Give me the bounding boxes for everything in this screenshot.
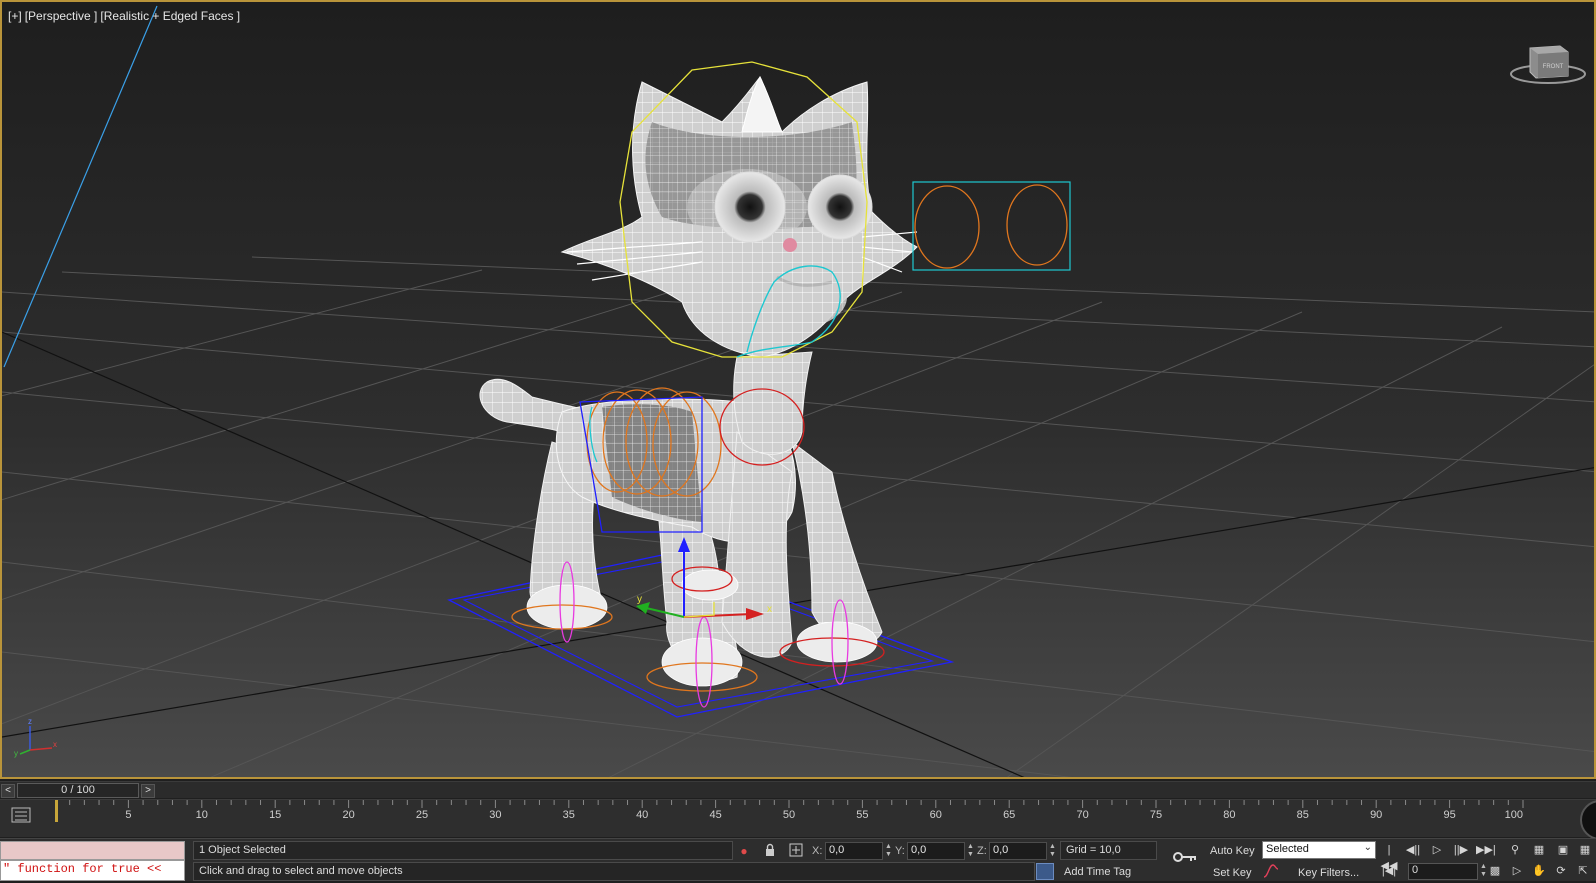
y-spinner[interactable]: ▲ ▼ <box>966 843 975 861</box>
lock-icon[interactable] <box>762 843 778 859</box>
key-filters-button[interactable]: Key Filters... <box>1298 867 1359 879</box>
z-coord-label: Z: <box>977 845 987 857</box>
status-bar: " function for true << 1 Object Selected… <box>0 838 1596 881</box>
set-key-button[interactable]: Set Key <box>1213 867 1252 879</box>
maximize-viewport-icon[interactable]: ⇱ <box>1574 863 1592 879</box>
isolate-pin-icon[interactable]: ● <box>736 843 752 859</box>
previous-frame-icon[interactable]: ◀|| <box>1404 842 1422 858</box>
trackbar-tick-label: 35 <box>563 809 575 821</box>
zoom-extents-all-icon[interactable]: ▦ <box>1576 842 1594 858</box>
trackbar-tick-label: 90 <box>1370 809 1382 821</box>
zoom-icon[interactable]: ⚲ <box>1506 842 1524 858</box>
time-slider-thumb[interactable]: 0 / 100 <box>17 783 139 798</box>
pan-hand-icon[interactable]: ✋ <box>1530 863 1548 879</box>
y-coord-label: Y: <box>895 845 905 857</box>
y-coord-input[interactable]: 0,0 <box>907 842 965 860</box>
z-spinner[interactable]: ▲ ▼ <box>1048 843 1057 861</box>
trackbar-tick-label: 70 <box>1076 809 1088 821</box>
prompt-line: Click and drag to select and move object… <box>193 862 1035 881</box>
trackbar-tick-label: 15 <box>269 809 281 821</box>
maxscript-output[interactable]: " function for true << <box>0 860 185 881</box>
z-coord-input[interactable]: 0,0 <box>989 842 1047 860</box>
trackbar-tick-label: 55 <box>856 809 868 821</box>
current-frame-marker[interactable] <box>55 800 58 822</box>
orbit-icon[interactable]: ⟳ <box>1552 863 1570 879</box>
auto-key-button[interactable]: Auto Key <box>1210 845 1255 857</box>
absolute-offset-toggle-icon[interactable] <box>788 843 804 859</box>
time-slider[interactable]: < 0 / 100 > <box>0 781 1596 798</box>
time-tag-icon[interactable] <box>1036 863 1054 880</box>
key-icon[interactable] <box>1172 849 1198 869</box>
trackbar-tick-label: 95 <box>1443 809 1455 821</box>
x-coord-label: X: <box>812 845 823 857</box>
trackbar-tick-label: 40 <box>636 809 648 821</box>
svg-text:x: x <box>53 740 57 749</box>
x-coord-input[interactable]: 0,0 <box>825 842 883 860</box>
field-of-view-icon[interactable]: ▷ <box>1508 863 1526 879</box>
trackbar-tick-label: 45 <box>709 809 721 821</box>
time-slider-prev-button[interactable]: < <box>1 784 15 798</box>
trackbar-tick-label: 80 <box>1223 809 1235 821</box>
chevron-down-icon: ⌄ <box>1363 842 1372 853</box>
time-slider-next-button[interactable]: > <box>141 784 155 798</box>
key-mode-dropdown[interactable]: Selected ⌄ <box>1262 841 1376 859</box>
viewport-label[interactable]: [+] [Perspective ] [Realistic + Edged Face… <box>8 9 243 23</box>
svg-text:z: z <box>28 718 32 726</box>
viewport-label-shading[interactable]: [Realistic + Edged Faces ] <box>100 9 240 23</box>
maxscript-mini-listener[interactable]: " function for true << <box>0 841 185 882</box>
svg-text:y: y <box>14 749 18 758</box>
svg-text:x: x <box>767 604 772 615</box>
curve-editor-toggle-icon[interactable] <box>10 804 32 826</box>
trackbar-tick-label: 65 <box>1003 809 1015 821</box>
grid-size: Grid = 10,0 <box>1060 841 1157 860</box>
trackbar-tick-label: 100 <box>1505 809 1523 821</box>
maxscript-input[interactable] <box>0 841 185 860</box>
trackbar[interactable]: 0510152025303540455055606570758085909510… <box>0 799 1596 840</box>
viewport-label-camera[interactable]: [Perspective ] <box>25 9 98 23</box>
perspective-viewport[interactable]: x y [+] [Perspective ] [Realistic + Edged … <box>0 0 1596 779</box>
trackbar-tick-label: 50 <box>783 809 795 821</box>
goto-start-icon[interactable]: |◀◀ <box>1380 842 1398 872</box>
trackbar-tick-label: 85 <box>1297 809 1309 821</box>
axis-tripod-icon: z x y <box>12 717 62 758</box>
default-tangent-icon[interactable] <box>1263 863 1279 879</box>
viewport-scene[interactable]: x y <box>2 2 1596 779</box>
selection-status: 1 Object Selected <box>193 841 733 860</box>
play-icon[interactable]: ▷ <box>1428 842 1446 858</box>
zoom-all-icon[interactable]: ▦ <box>1530 842 1548 858</box>
time-configuration-icon[interactable]: ▩ <box>1486 863 1504 879</box>
trackbar-tick-label: 75 <box>1150 809 1162 821</box>
trackbar-tick-label: 30 <box>489 809 501 821</box>
svg-text:y: y <box>637 594 642 605</box>
goto-end-icon[interactable]: ▶▶| <box>1476 842 1496 858</box>
trackbar-tick-label: 60 <box>930 809 942 821</box>
x-spinner[interactable]: ▲ ▼ <box>884 843 893 861</box>
current-frame-input[interactable]: 0 <box>1408 863 1478 880</box>
key-mode-toggle-icon[interactable]: |◀| <box>1380 863 1398 879</box>
viewcube[interactable]: FRONT <box>1508 42 1588 88</box>
next-frame-icon[interactable]: ||▶ <box>1452 842 1470 858</box>
viewcube-face-label: FRONT <box>1543 64 1564 70</box>
viewport-label-general[interactable]: [+] <box>8 9 22 23</box>
trackbar-tick-label: 25 <box>416 809 428 821</box>
trackbar-tick-label: 5 <box>125 809 131 821</box>
trackbar-ruler[interactable]: 0510152025303540455055606570758085909510… <box>55 800 1555 838</box>
trackbar-tick-label: 20 <box>342 809 354 821</box>
trackbar-end-indicator <box>1580 800 1596 840</box>
add-time-tag-button[interactable]: Add Time Tag <box>1064 866 1131 878</box>
zoom-extents-icon[interactable]: ▣ <box>1554 842 1572 858</box>
trackbar-tick-label: 10 <box>196 809 208 821</box>
key-mode-value: Selected <box>1266 843 1309 855</box>
